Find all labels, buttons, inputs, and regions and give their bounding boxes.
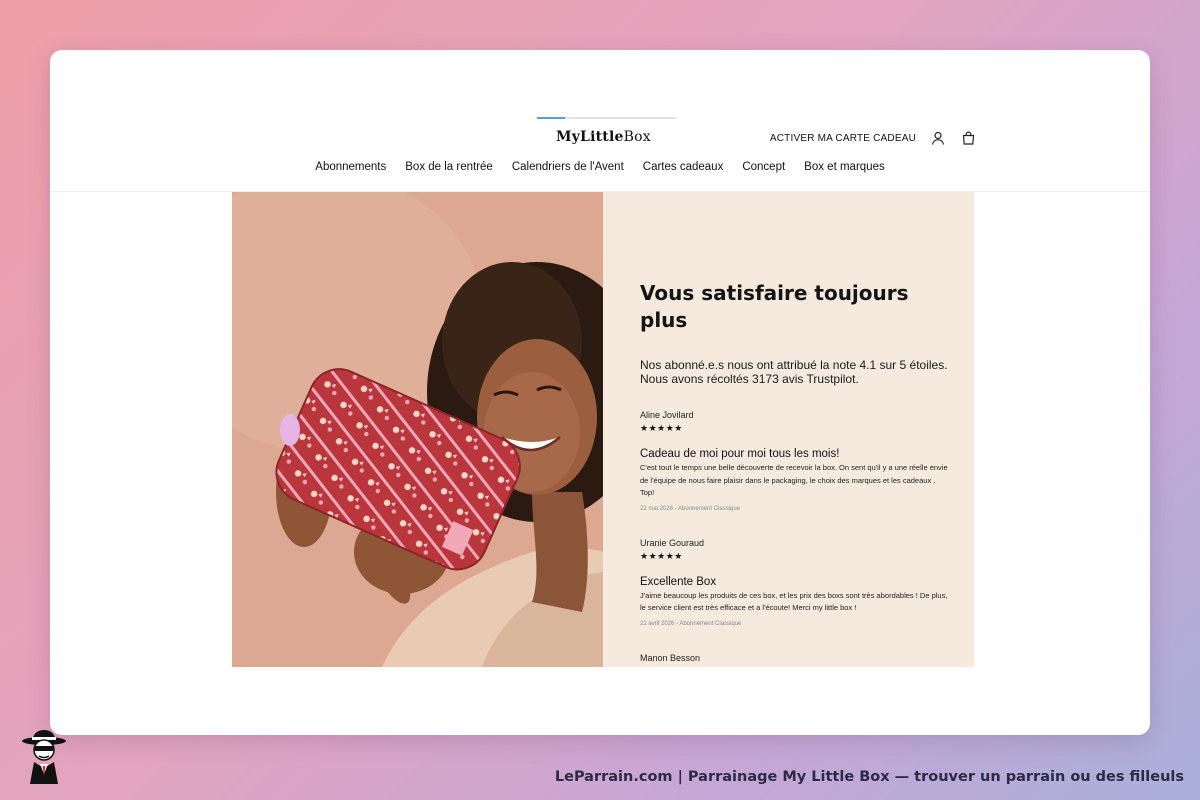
review-meta: 21 avril 2026 - Abonnement Classique <box>640 620 742 627</box>
leparrain-mascot-icon <box>18 728 70 784</box>
logo-text-box: Box <box>623 129 651 145</box>
page-progress-fill <box>537 117 565 119</box>
reviews-heading: Vous satisfaire toujours plus <box>640 281 909 332</box>
page-progress-bar <box>537 117 677 119</box>
logo-text-little: Little <box>580 129 624 145</box>
review-meta: 22 mai 2026 - Abonnement Classique <box>640 505 741 512</box>
review-stars: ★★★★★ <box>640 423 683 433</box>
site-logo[interactable]: MyLittleBox <box>556 129 651 145</box>
review-author: Uranie Gouraud <box>640 537 705 548</box>
nav-item-box-rentree[interactable]: Box de la rentrée <box>405 161 493 173</box>
nav-item-cartes-cadeaux[interactable]: Cartes cadeaux <box>643 161 724 173</box>
review-card: Manon Besson <box>640 653 950 663</box>
user-icon[interactable] <box>930 130 946 146</box>
footer-caption: LeParrain.com | Parrainage My Little Box… <box>554 769 1184 785</box>
reviews-intro: Nos abonné.e.s nous ont attribué la note… <box>640 358 950 386</box>
review-title: Cadeau de moi pour moi tous les mois! <box>640 448 840 460</box>
browser-window: MyLittleBox ACTIVER MA CARTE CADEAU Abon… <box>50 50 1150 735</box>
reviews-content: Vous satisfaire toujours plus Nos abonné… <box>640 280 950 663</box>
review-card: Uranie Gouraud ★★★★★ Excellente Box J'ai… <box>640 538 950 627</box>
nav-item-concept[interactable]: Concept <box>742 161 785 173</box>
nav-item-box-marques[interactable]: Box et marques <box>804 161 885 173</box>
logo-text-my: My <box>556 129 581 145</box>
trustpilot-count: Nous avons récoltés 3173 avis Trustpilot… <box>640 372 859 386</box>
review-author: Manon Besson <box>640 652 701 663</box>
main-nav: Abonnements Box de la rentrée Calendrier… <box>50 161 1150 173</box>
nav-item-abonnements[interactable]: Abonnements <box>315 161 386 173</box>
rating-summary: Nos abonné.e.s nous ont attribué la note… <box>640 358 948 372</box>
shopping-bag-icon[interactable] <box>960 130 976 146</box>
nav-item-calendriers[interactable]: Calendriers de l'Avent <box>512 161 624 173</box>
activate-gift-card-link[interactable]: ACTIVER MA CARTE CADEAU <box>770 133 916 144</box>
review-body: C'est tout le temps une belle découverte… <box>640 463 948 497</box>
review-stars: ★★★★★ <box>640 550 683 561</box>
review-author: Aline Jovilard <box>640 410 694 420</box>
review-body: J'aime beaucoup les produits de ces box,… <box>640 590 948 613</box>
site-header: MyLittleBox ACTIVER MA CARTE CADEAU Abon… <box>50 50 1150 192</box>
review-title: Excellente Box <box>640 575 717 588</box>
review-card: Aline Jovilard ★★★★★ Cadeau de moi pour … <box>640 410 950 512</box>
hero-photo <box>232 192 603 667</box>
header-actions: ACTIVER MA CARTE CADEAU <box>770 130 976 146</box>
reviews-panel: Vous satisfaire toujours plus Nos abonné… <box>603 192 974 667</box>
